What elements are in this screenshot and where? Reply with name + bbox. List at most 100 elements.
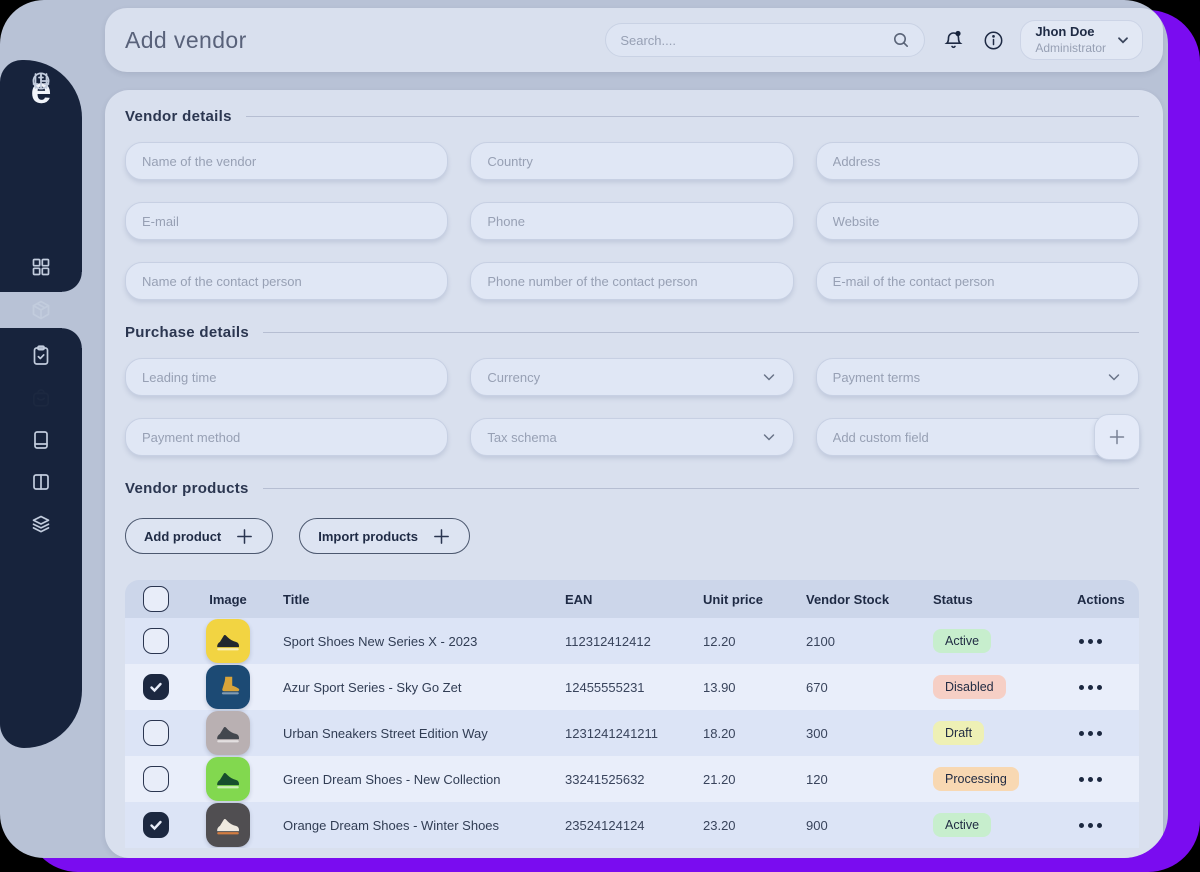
info-button[interactable]	[982, 29, 1005, 52]
page-title: Add vendor	[125, 26, 247, 53]
product-ean: 1231241241211	[565, 725, 659, 741]
contact-phone-field	[470, 262, 794, 300]
row-checkbox[interactable]	[143, 766, 169, 792]
products-table: Image Title EAN Unit price Vendor Stock …	[125, 580, 1139, 848]
product-vendor-stock: 2100	[806, 633, 835, 649]
country-input[interactable]	[471, 143, 793, 179]
product-ean: 12455555231	[565, 679, 645, 695]
chevron-down-icon	[1118, 37, 1128, 44]
product-vendor-stock: 670	[806, 679, 828, 695]
website-input[interactable]	[816, 203, 1138, 239]
product-unit-price: 13.90	[703, 679, 736, 695]
check-icon	[150, 820, 162, 831]
product-image	[206, 619, 250, 663]
sidebar-item-settings[interactable]	[0, 60, 82, 102]
sidebar-item-products[interactable]	[0, 289, 82, 331]
contact-name-input[interactable]	[126, 263, 448, 299]
product-unit-price: 23.20	[703, 817, 736, 833]
product-image	[206, 665, 250, 709]
email-input[interactable]	[126, 203, 448, 239]
user-menu[interactable]: Jhon Doe Administrator	[1020, 20, 1143, 60]
add-custom-field-button[interactable]	[1094, 414, 1140, 460]
product-image	[206, 757, 250, 801]
row-actions-button[interactable]	[1077, 817, 1104, 834]
sliders-icon	[32, 73, 50, 89]
row-actions-button[interactable]	[1077, 633, 1104, 650]
vendor-details-grid	[125, 142, 1139, 300]
sidebar-item-collections[interactable]	[0, 503, 82, 545]
product-title: Orange Dream Shoes - Winter Shoes	[283, 817, 500, 833]
row-actions-button[interactable]	[1077, 771, 1104, 788]
sneaker-icon	[217, 727, 239, 743]
user-info: Jhon Doe Administrator	[1035, 24, 1106, 55]
info-circle-icon	[984, 31, 1003, 49]
bell-icon	[944, 30, 963, 48]
email-field	[125, 202, 449, 240]
custom-field-input[interactable]	[816, 419, 1138, 455]
row-checkbox[interactable]	[143, 674, 169, 700]
search-icon[interactable]	[892, 31, 910, 49]
custom-field	[815, 414, 1140, 460]
table-header-row: Image Title EAN Unit price Vendor Stock …	[125, 580, 1139, 618]
button-label: Import products	[318, 528, 418, 544]
column-header: Unit price	[703, 591, 763, 607]
leading-time-field	[125, 358, 449, 396]
product-unit-price: 12.20	[703, 633, 736, 649]
contact-email-input[interactable]	[816, 263, 1138, 299]
sneaker-icon	[217, 773, 239, 789]
leading-time-input[interactable]	[126, 359, 448, 395]
product-title: Azur Sport Series - Sky Go Zet	[283, 679, 462, 695]
section-title-text: Vendor details	[125, 108, 232, 125]
sidebar-item-catalog[interactable]	[0, 461, 82, 503]
sidebar: e	[0, 60, 82, 748]
tax-schema-select[interactable]: Tax schema	[470, 418, 794, 456]
address-input[interactable]	[816, 143, 1138, 179]
check-icon	[150, 682, 162, 693]
sidebar-item-orders[interactable]	[0, 334, 82, 376]
vendor-name-input[interactable]	[126, 143, 448, 179]
country-field	[470, 142, 794, 180]
notifications-button[interactable]	[942, 29, 965, 52]
app-window: e Add vendor Search.... Jhon Doe Adminis…	[0, 0, 1168, 858]
sidebar-item-purchases[interactable]	[0, 377, 82, 419]
sidebar-item-library[interactable]	[0, 419, 82, 461]
payment-terms-select[interactable]: Payment terms	[815, 358, 1139, 396]
row-actions-button[interactable]	[1077, 725, 1104, 742]
boot-icon	[221, 676, 240, 695]
plus-icon	[434, 528, 449, 544]
row-checkbox[interactable]	[143, 720, 169, 746]
vendor-name-field	[125, 142, 449, 180]
section-title-text: Purchase details	[125, 324, 250, 341]
row-checkbox[interactable]	[143, 812, 169, 838]
sneaker-icon	[217, 819, 239, 835]
table-row: Orange Dream Shoes - Winter Shoes 235241…	[125, 802, 1139, 848]
chevron-down-icon	[1108, 374, 1120, 381]
product-buttons: Add product Import products	[125, 518, 1139, 554]
import-products-button[interactable]: Import products	[299, 518, 470, 554]
currency-select[interactable]: Currency	[470, 358, 794, 396]
table-row: Urban Sneakers Street Edition Way 123124…	[125, 710, 1139, 756]
clipboard-check-icon	[33, 345, 49, 365]
select-all-checkbox[interactable]	[143, 586, 169, 612]
section-divider	[263, 332, 1139, 333]
phone-input[interactable]	[471, 203, 793, 239]
section-title-text: Vendor products	[125, 480, 249, 497]
product-image	[206, 711, 250, 755]
product-title: Urban Sneakers Street Edition Way	[283, 725, 488, 741]
button-label: Add product	[144, 528, 222, 544]
chevron-down-icon	[763, 374, 774, 381]
contact-name-field	[125, 262, 449, 300]
payment-method-input[interactable]	[126, 419, 448, 455]
search-input[interactable]	[620, 32, 893, 48]
sidebar-item-dashboard[interactable]	[0, 246, 82, 288]
contact-phone-input[interactable]	[471, 263, 793, 299]
main-content: Vendor details Purchase details	[105, 90, 1163, 858]
dashboard-grid-icon	[32, 258, 50, 276]
contact-email-field	[815, 262, 1139, 300]
row-actions-button[interactable]	[1077, 679, 1104, 696]
row-checkbox[interactable]	[143, 628, 169, 654]
product-image	[206, 803, 250, 847]
product-ean: 33241525632	[565, 771, 645, 787]
add-product-button[interactable]: Add product	[125, 518, 274, 554]
select-placeholder: Payment terms	[832, 369, 921, 385]
